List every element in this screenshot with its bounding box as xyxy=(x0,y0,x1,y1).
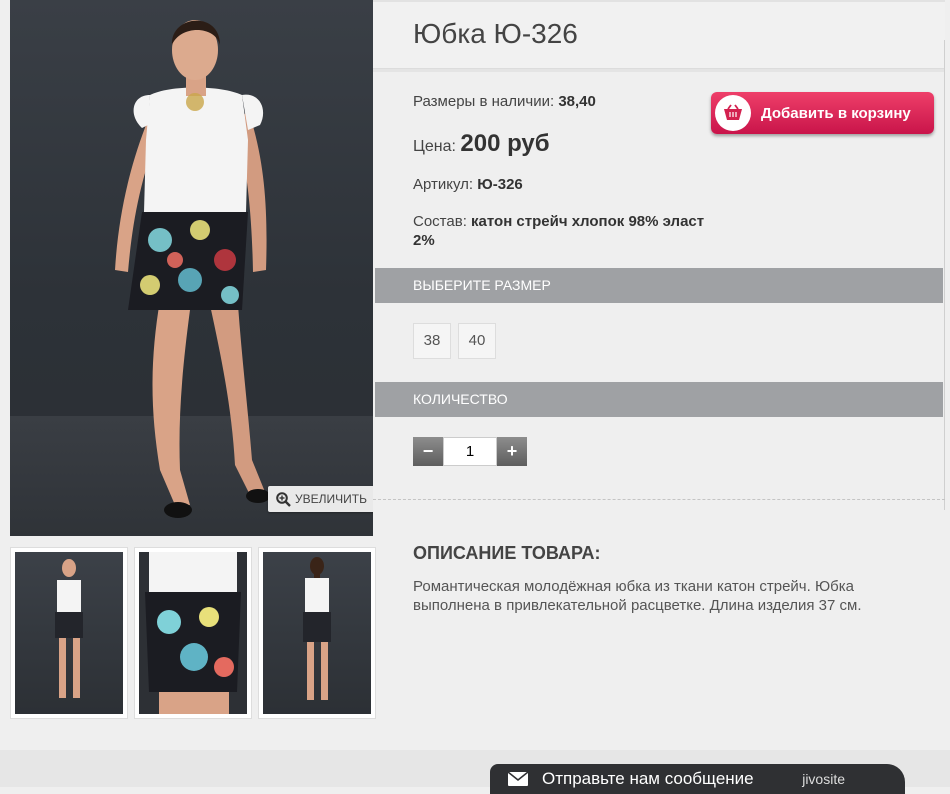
right-border xyxy=(944,40,945,510)
composition-label: Состав: xyxy=(413,213,467,230)
available-sizes-label: Размеры в наличии: xyxy=(413,93,555,110)
chat-widget-button[interactable]: Отправьте нам сообщение jivosite xyxy=(490,764,905,794)
size-option-38[interactable]: 38 xyxy=(413,323,451,359)
main-product-photo[interactable]: УВЕЛИЧИТЬ xyxy=(10,0,373,536)
dotted-divider xyxy=(373,499,945,500)
thumbnail-image xyxy=(263,552,371,714)
thumbnail-figure xyxy=(303,557,331,700)
model-figure xyxy=(115,20,270,518)
envelope-icon xyxy=(508,772,528,786)
description-text: Романтическая молодёжная юбка из ткани к… xyxy=(413,578,862,614)
quantity-section-header: КОЛИЧЕСТВО xyxy=(375,382,943,417)
price: Цена: 200 руб xyxy=(413,130,550,158)
article-value: Ю-326 xyxy=(477,176,523,193)
thumbnail-image xyxy=(139,552,247,714)
quantity-increase-button[interactable]: + xyxy=(497,437,527,466)
thumbnail-back[interactable] xyxy=(258,547,376,719)
composition: Состав: катон стрейч хлопок 98% эласт 2% xyxy=(413,212,713,250)
basket-icon xyxy=(715,95,751,131)
thumbnail-closeup[interactable] xyxy=(134,547,252,719)
thumbnail-front[interactable] xyxy=(10,547,128,719)
thumbnail-image xyxy=(15,552,123,714)
size-option-40[interactable]: 40 xyxy=(458,323,496,359)
product-title-bar: Юбка Ю-326 xyxy=(373,0,945,71)
available-sizes: Размеры в наличии: 38,40 xyxy=(413,93,596,110)
article-label: Артикул: xyxy=(413,176,474,193)
description-title: ОПИСАНИЕ ТОВАРА: xyxy=(413,543,601,563)
zoom-label: УВЕЛИЧИТЬ xyxy=(295,492,367,506)
thumbnail-figure xyxy=(55,559,83,698)
product-title: Юбка Ю-326 xyxy=(413,18,578,49)
available-sizes-value: 38,40 xyxy=(558,93,596,110)
add-to-cart-label: Добавить в корзину xyxy=(761,104,911,122)
title-divider xyxy=(373,69,945,72)
quantity-input[interactable] xyxy=(443,437,497,466)
price-value: 200 руб xyxy=(460,130,550,157)
chat-widget-label: Отправьте нам сообщение xyxy=(542,769,754,788)
thumbnail-figure xyxy=(145,552,241,714)
zoom-button[interactable]: УВЕЛИЧИТЬ xyxy=(268,486,373,512)
quantity-decrease-button[interactable]: − xyxy=(413,437,443,466)
quantity-stepper: − + xyxy=(413,437,527,466)
size-section-header: ВЫБЕРИТЕ РАЗМЕР xyxy=(375,268,943,303)
left-gutter xyxy=(0,0,10,750)
chat-widget-brand: jivosite xyxy=(802,771,845,787)
add-to-cart-button[interactable]: Добавить в корзину xyxy=(711,92,934,134)
price-label: Цена: xyxy=(413,138,456,155)
zoom-in-icon xyxy=(276,491,291,507)
article: Артикул: Ю-326 xyxy=(413,176,523,193)
